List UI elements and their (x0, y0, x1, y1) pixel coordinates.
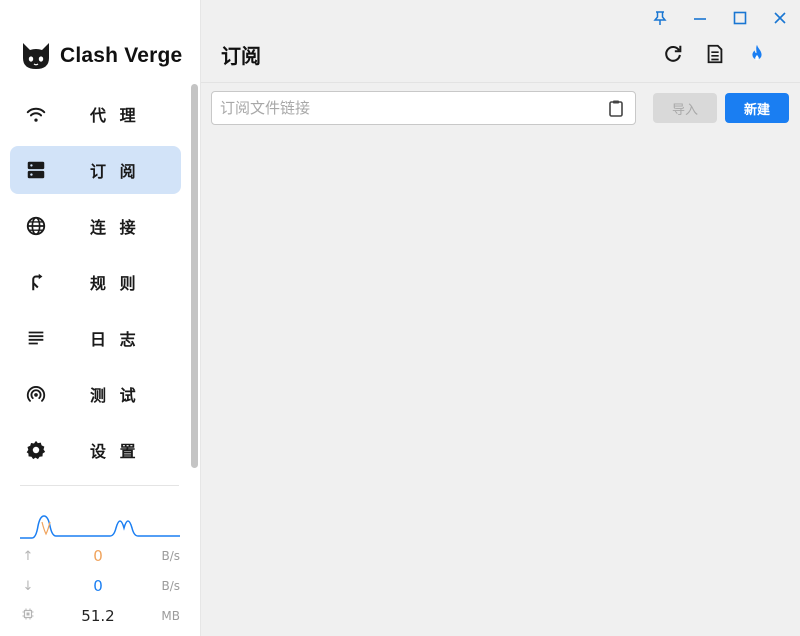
pin-icon (653, 11, 667, 25)
sidebar-item-label: 规 则 (90, 274, 140, 293)
main-panel: 订阅 导入 新建 (200, 0, 800, 636)
sidebar-item-label: 订 阅 (90, 162, 140, 181)
sidebar-item-settings[interactable]: 设 置 (10, 426, 181, 474)
sidebar-item-rules[interactable]: 规 则 (10, 258, 181, 306)
sidebar-scrollbar[interactable] (191, 84, 198, 468)
header-actions (652, 40, 778, 68)
sidebar-item-label: 测 试 (90, 386, 140, 405)
traffic-memory-row: 51.2 MB (20, 606, 180, 626)
upload-speed: 0 (93, 547, 103, 565)
maximize-button[interactable] (720, 0, 760, 36)
upload-unit: B/s (161, 549, 180, 563)
sidebar-item-label: 设 置 (90, 442, 140, 461)
close-button[interactable] (760, 0, 800, 36)
arrow-up-icon: ↑ (22, 548, 34, 564)
sidebar-item-label: 代 理 (90, 106, 140, 125)
sidebar: Clash Verge 代 理 订 阅 连 接 规 则 日 志 测 试 设 置 … (0, 0, 200, 636)
app-name: Clash Verge (60, 44, 183, 67)
sidebar-item-connections[interactable]: 连 接 (10, 202, 181, 250)
sidebar-item-proxy[interactable]: 代 理 (10, 90, 181, 138)
sidebar-nav: 代 理 订 阅 连 接 规 则 日 志 测 试 设 置 (10, 90, 181, 482)
refresh-icon (665, 45, 682, 62)
sidebar-item-label: 连 接 (90, 218, 140, 237)
sidebar-item-test[interactable]: 测 试 (10, 370, 181, 418)
import-button[interactable]: 导入 (653, 93, 717, 123)
sidebar-item-logs[interactable]: 日 志 (10, 314, 181, 362)
minimize-icon (694, 18, 706, 20)
traffic-download-row: ↓ 0 B/s (20, 576, 180, 596)
wifi-icon (10, 103, 62, 125)
fire-button[interactable] (736, 40, 778, 68)
traffic-graph (20, 515, 180, 539)
pin-button[interactable] (640, 0, 680, 36)
subscription-url-input[interactable] (220, 92, 600, 124)
cat-icon (23, 43, 49, 69)
new-button[interactable]: 新建 (725, 93, 789, 123)
window-controls (640, 0, 800, 36)
gear-icon (10, 439, 62, 461)
clipboard-icon[interactable] (607, 99, 625, 117)
broadcast-icon (10, 383, 62, 405)
maximize-icon (733, 11, 747, 25)
download-unit: B/s (161, 579, 180, 593)
refresh-button[interactable] (652, 40, 694, 68)
download-speed: 0 (93, 577, 103, 595)
list-lines-icon (10, 327, 62, 349)
traffic-upload-row: ↑ 0 B/s (20, 546, 180, 566)
document-button[interactable] (694, 40, 736, 68)
app-logo: Clash Verge (20, 38, 182, 74)
globe-icon (10, 215, 62, 237)
minimize-button[interactable] (680, 0, 720, 36)
fire-icon (752, 44, 762, 61)
fork-arrow-icon (10, 271, 62, 293)
sidebar-item-label: 日 志 (90, 330, 140, 349)
chip-icon (20, 608, 36, 624)
server-icon (10, 159, 62, 181)
header-divider (201, 82, 800, 83)
memory-unit: MB (161, 609, 180, 623)
divider (20, 485, 179, 486)
sidebar-item-subscription[interactable]: 订 阅 (10, 146, 181, 194)
close-icon (774, 12, 786, 24)
page-title: 订阅 (221, 44, 261, 68)
memory-usage: 51.2 (81, 607, 115, 625)
subscription-url-field (211, 91, 636, 125)
arrow-down-icon: ↓ (22, 578, 34, 594)
document-icon (707, 44, 723, 64)
